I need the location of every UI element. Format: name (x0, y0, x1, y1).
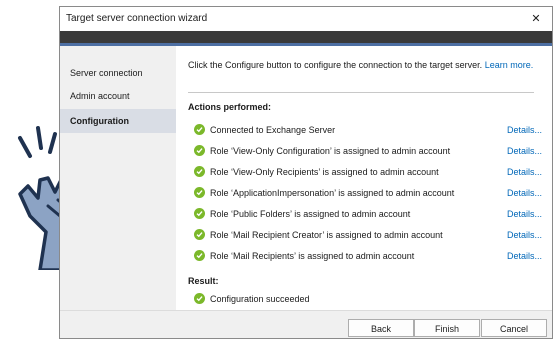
action-text: Role ‘ApplicationImpersonation’ is assig… (210, 188, 455, 198)
action-row: Role ‘Mail Recipient Creator’ is assigne… (188, 226, 550, 244)
check-circle-icon (194, 250, 205, 261)
action-text: Role ‘Mail Recipients’ is assigned to ad… (210, 251, 415, 261)
wizard-dialog: Target server connection wizard ✕ Server… (59, 6, 553, 339)
cancel-button[interactable]: Cancel (481, 319, 547, 337)
details-link[interactable]: Details... (507, 163, 542, 181)
finish-button[interactable]: Finish (414, 319, 480, 337)
result-row: Configuration succeeded (188, 290, 550, 308)
intro-label: Click the Configure button to configure … (188, 60, 483, 70)
title-bar: Target server connection wizard ✕ (60, 7, 552, 31)
details-link[interactable]: Details... (507, 205, 542, 223)
action-row: Role ‘View-Only Configuration’ is assign… (188, 142, 550, 160)
details-link[interactable]: Details... (507, 247, 542, 265)
check-circle-icon (194, 145, 205, 156)
check-circle-icon (194, 166, 205, 177)
details-link[interactable]: Details... (507, 184, 542, 202)
actions-heading: Actions performed: (188, 102, 272, 112)
wizard-steps-sidebar: Server connection Admin account Configur… (60, 46, 176, 310)
action-row: Role ‘ApplicationImpersonation’ is assig… (188, 184, 550, 202)
action-text: Connected to Exchange Server (210, 125, 336, 135)
action-text: Role ‘Mail Recipient Creator’ is assigne… (210, 230, 443, 240)
sidebar-item-configuration[interactable]: Configuration (60, 109, 176, 133)
button-bar: Back Finish Cancel (60, 310, 552, 338)
divider (188, 92, 534, 93)
result-heading: Result: (188, 276, 219, 286)
main-content: Click the Configure button to configure … (176, 46, 552, 310)
header-band (60, 31, 552, 43)
action-row: Connected to Exchange Server Details... (188, 121, 550, 139)
action-text: Role ‘Public Folders’ is assigned to adm… (210, 209, 411, 219)
back-button[interactable]: Back (348, 319, 414, 337)
action-row: Role ‘View-Only Recipients’ is assigned … (188, 163, 550, 181)
close-icon[interactable]: ✕ (528, 7, 544, 31)
result-text: Configuration succeeded (210, 294, 310, 304)
details-link[interactable]: Details... (507, 142, 542, 160)
action-text: Role ‘View-Only Recipients’ is assigned … (210, 167, 439, 177)
check-circle-icon (194, 293, 205, 304)
sidebar-item-admin-account[interactable]: Admin account (60, 84, 176, 108)
check-circle-icon (194, 229, 205, 240)
check-circle-icon (194, 187, 205, 198)
learn-more-link[interactable]: Learn more. (485, 60, 534, 70)
action-row: Role ‘Public Folders’ is assigned to adm… (188, 205, 550, 223)
check-circle-icon (194, 208, 205, 219)
intro-text: Click the Configure button to configure … (188, 58, 548, 72)
details-link[interactable]: Details... (507, 121, 542, 139)
details-link[interactable]: Details... (507, 226, 542, 244)
sidebar-item-server-connection[interactable]: Server connection (60, 61, 176, 85)
window-title: Target server connection wizard (66, 13, 208, 24)
action-text: Role ‘View-Only Configuration’ is assign… (210, 146, 451, 156)
action-row: Role ‘Mail Recipients’ is assigned to ad… (188, 247, 550, 265)
check-circle-icon (194, 124, 205, 135)
